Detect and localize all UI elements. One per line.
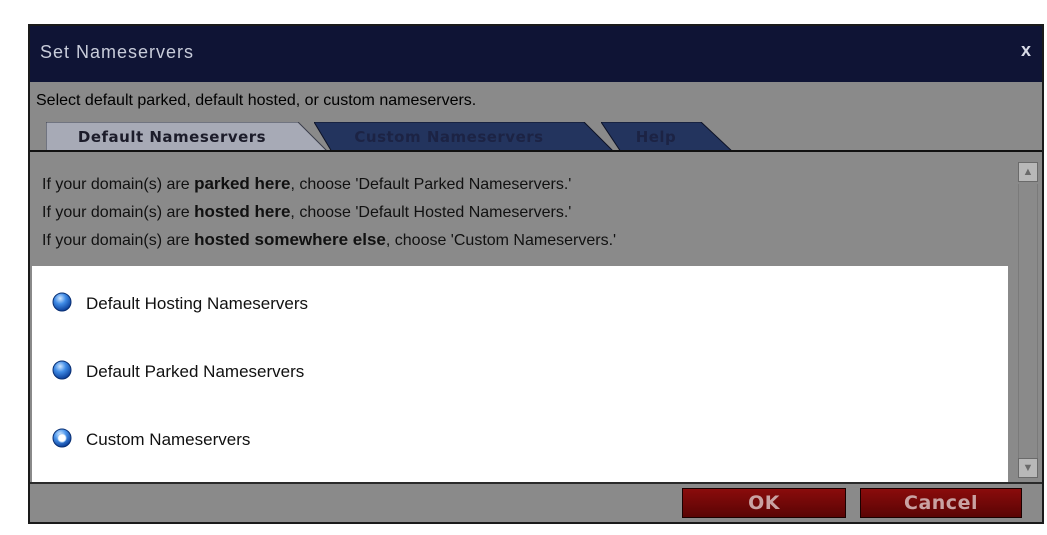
info-line-parked-suffix: , choose 'Default Parked Nameservers.' <box>290 176 572 193</box>
radio-icon[interactable] <box>52 360 72 380</box>
scroll-up-icon[interactable]: ▲ <box>1018 162 1038 182</box>
cancel-button[interactable]: Cancel <box>860 488 1022 518</box>
dialog-header: Select default parked, default hosted, o… <box>30 82 1042 152</box>
option-default-parked-label: Default Parked Nameservers <box>86 362 305 381</box>
radio-icon[interactable] <box>52 292 72 312</box>
tab-default-nameservers[interactable]: Default Nameservers <box>46 122 328 152</box>
scroll-track[interactable] <box>1018 184 1038 458</box>
dialog-title: Set Nameservers <box>40 42 195 62</box>
tab-custom-nameservers[interactable]: Custom Nameservers <box>314 122 614 152</box>
info-line-hosted-bold: hosted here <box>194 202 291 221</box>
dialog-footer: OK Cancel <box>30 482 1042 522</box>
info-line-custom: If your domain(s) are hosted somewhere e… <box>42 230 616 250</box>
info-line-custom-suffix: , choose 'Custom Nameservers.' <box>385 232 617 249</box>
info-line-custom-bold: hosted somewhere else <box>194 230 386 249</box>
option-custom-nameservers-label: Custom Nameservers <box>86 430 251 449</box>
scroll-down-icon[interactable]: ▼ <box>1018 458 1038 478</box>
ok-button[interactable]: OK <box>682 488 846 518</box>
vertical-scrollbar[interactable]: ▲ ▼ <box>1016 162 1040 480</box>
tab-default-nameservers-label: Default Nameservers <box>77 128 267 146</box>
info-line-parked-prefix: If your domain(s) are <box>42 176 195 193</box>
tab-help[interactable]: Help <box>601 122 733 152</box>
info-line-custom-prefix: If your domain(s) are <box>42 232 195 249</box>
instruction-text: Select default parked, default hosted, o… <box>36 92 477 109</box>
nameserver-options-panel: Default Hosting Nameservers Default Park… <box>32 266 1008 482</box>
tab-custom-nameservers-label: Custom Nameservers <box>354 128 544 146</box>
info-line-hosted-prefix: If your domain(s) are <box>42 204 195 221</box>
radio-selected-icon[interactable] <box>52 428 72 448</box>
info-line-parked-bold: parked here <box>194 174 291 193</box>
dialog-titlebar[interactable]: Set Nameservers x <box>30 26 1042 82</box>
option-default-hosting-label: Default Hosting Nameservers <box>86 294 309 313</box>
info-line-hosted: If your domain(s) are hosted here, choos… <box>42 202 571 222</box>
info-line-parked: If your domain(s) are parked here, choos… <box>42 174 571 194</box>
tab-content-default-nameservers: If your domain(s) are parked here, choos… <box>30 152 1016 482</box>
tab-help-label: Help <box>635 128 677 146</box>
info-line-hosted-suffix: , choose 'Default Hosted Nameservers.' <box>290 204 572 221</box>
set-nameservers-dialog: Set Nameservers x Select default parked,… <box>28 24 1044 524</box>
close-icon[interactable]: x <box>1016 40 1036 60</box>
